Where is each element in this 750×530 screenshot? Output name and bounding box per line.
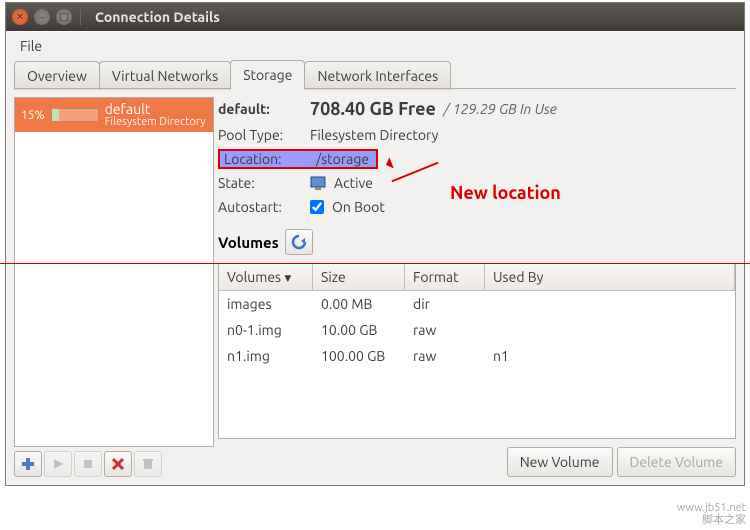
pool-name-label: default: [218,101,302,117]
autostart-value: On Boot [332,199,385,215]
watermark: www.jb51.net 脚本之家 [677,502,746,526]
table-row[interactable]: n0-1.img 10.00 GB raw [219,317,735,343]
col-volumes[interactable]: Volumes ▼ [219,264,313,291]
location-label: Location: [224,151,308,167]
trash-icon [142,458,154,470]
titlebar: ✕ – □ Connection Details [6,3,744,31]
volumes-table: Volumes ▼ Size Format Used By images 0.0… [218,263,736,439]
new-volume-button[interactable]: New Volume [507,447,613,477]
menubar: File [6,31,744,59]
pool-usage-bar [51,108,99,122]
stop-pool-button[interactable] [74,451,102,477]
pool-subtype: Filesystem Directory [105,116,206,128]
minimize-icon[interactable]: – [34,9,50,25]
annotation-hline [0,263,750,264]
tabs: Overview Virtual Networks Storage Networ… [6,59,744,89]
start-pool-button[interactable] [44,451,72,477]
delete-pool-button[interactable] [104,451,132,477]
stop-icon [82,458,94,470]
col-size[interactable]: Size [313,264,405,291]
monitor-icon [310,176,326,190]
menu-file[interactable]: File [12,34,50,58]
refresh-icon [291,234,307,250]
window-title: Connection Details [95,9,220,25]
state-label: State: [218,175,302,191]
play-icon [52,458,64,470]
pool-name: default [105,102,206,116]
plus-icon [21,457,35,471]
tab-network-interfaces[interactable]: Network Interfaces [304,61,451,90]
separator [80,9,81,25]
state-value: Active [334,175,373,191]
close-icon[interactable]: ✕ [12,9,28,25]
autostart-checkbox[interactable] [310,200,324,214]
table-row[interactable]: images 0.00 MB dir [219,291,735,317]
pool-list[interactable]: 15% default Filesystem Directory [14,97,214,447]
maximize-icon[interactable]: □ [56,9,72,25]
location-row: Location: /storage [218,149,378,169]
pool-inuse: / 129.29 GB In Use [444,101,557,117]
pooltype-value: Filesystem Directory [310,127,438,143]
add-pool-button[interactable] [14,451,42,477]
col-usedby[interactable]: Used By [485,264,735,291]
pool-item-default[interactable]: 15% default Filesystem Directory [15,98,213,132]
table-row[interactable]: n1.img 100.00 GB raw n1 [219,343,735,369]
refresh-button[interactable] [285,229,313,255]
volumes-label: Volumes [218,234,279,251]
pool-usage-pct: 15% [21,109,45,122]
pooltype-label: Pool Type: [218,127,302,143]
tab-storage[interactable]: Storage [230,60,305,90]
autostart-label: Autostart: [218,199,302,215]
pool-free: 708.40 GB Free [310,99,436,119]
sort-desc-icon: ▼ [284,273,291,283]
trash-pool-button[interactable] [134,451,162,477]
tab-overview[interactable]: Overview [14,61,100,90]
col-format[interactable]: Format [405,264,485,291]
arrow-icon [378,157,394,173]
annotation-new-location: New location [450,183,561,203]
tab-virtual-networks[interactable]: Virtual Networks [99,61,231,90]
x-icon [112,458,124,470]
delete-volume-button[interactable]: Delete Volume [617,447,736,477]
location-value: /storage [316,151,369,167]
